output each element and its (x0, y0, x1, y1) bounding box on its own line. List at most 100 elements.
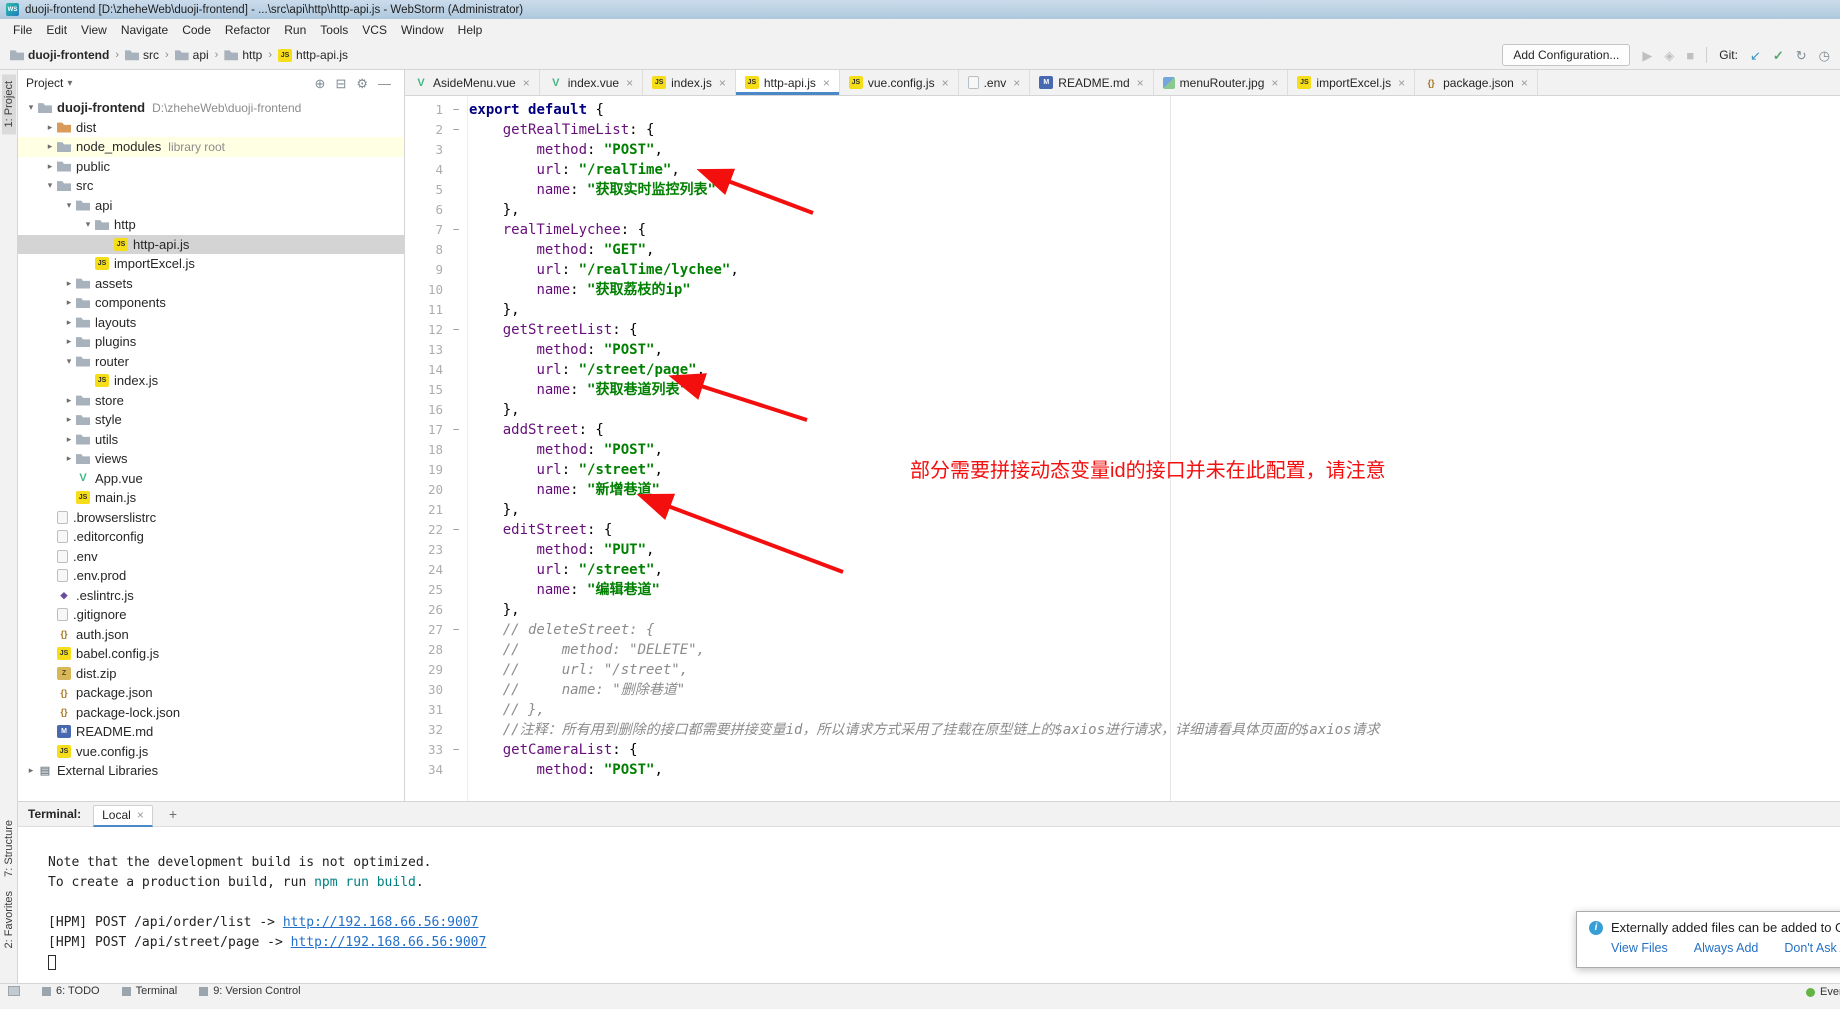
git-update-icon[interactable]: ↙ (1750, 49, 1761, 62)
chevron-right-icon[interactable]: ▸ (43, 161, 57, 172)
code-text[interactable]: export default { (469, 100, 604, 120)
notification-action-view-files[interactable]: View Files (1611, 941, 1668, 955)
tree-item-http[interactable]: ▾http (18, 215, 404, 235)
code-text[interactable]: // method: "DELETE", (469, 640, 705, 660)
menu-refactor[interactable]: Refactor (218, 21, 277, 39)
tree-item-app.vue[interactable]: VApp.vue (18, 469, 404, 489)
tree-item-node-modules[interactable]: ▸node_moduleslibrary root (18, 137, 404, 157)
chevron-down-icon[interactable]: ▾ (24, 102, 38, 113)
tab-.env[interactable]: .env× (959, 70, 1031, 95)
chevron-right-icon[interactable]: ▸ (62, 414, 76, 425)
tree-item-style[interactable]: ▸style (18, 410, 404, 430)
chevron-right-icon[interactable]: ▸ (24, 765, 38, 776)
close-icon[interactable]: × (1137, 76, 1144, 90)
chevron-down-icon[interactable]: ▾ (62, 356, 76, 367)
tree-item-external-libraries[interactable]: ▸▤External Libraries (18, 761, 404, 781)
code-text[interactable]: name: "新增巷道" (469, 480, 660, 500)
code-text[interactable]: url: "/street", (469, 460, 663, 480)
close-icon[interactable]: × (942, 76, 949, 90)
code-text[interactable]: method: "POST", (469, 760, 663, 780)
tree-item-public[interactable]: ▸public (18, 157, 404, 177)
code-text[interactable]: method: "POST", (469, 340, 663, 360)
code-text[interactable]: addStreet: { (469, 420, 604, 440)
chevron-right-icon[interactable]: ▸ (62, 434, 76, 445)
chevron-right-icon[interactable]: ▸ (62, 297, 76, 308)
menu-edit[interactable]: Edit (39, 21, 74, 39)
chevron-right-icon[interactable]: ▸ (43, 122, 57, 133)
chevron-down-icon[interactable]: ▾ (81, 219, 95, 230)
tree-item-package-lock.json[interactable]: {}package-lock.json (18, 703, 404, 723)
code-text[interactable]: method: "PUT", (469, 540, 654, 560)
tab-index.js[interactable]: JSindex.js× (643, 70, 736, 95)
breadcrumb-item-http[interactable]: http (224, 48, 262, 62)
close-icon[interactable]: × (719, 76, 726, 90)
history-icon[interactable]: ◷ (1819, 49, 1830, 62)
tree-item-src[interactable]: ▾src (18, 176, 404, 196)
tree-item-vue.config.js[interactable]: JSvue.config.js (18, 742, 404, 762)
chevron-right-icon[interactable]: ▸ (62, 317, 76, 328)
close-icon[interactable]: × (1013, 76, 1020, 90)
chevron-right-icon[interactable]: ▸ (43, 141, 57, 152)
notification-action-don-t-ask-agai[interactable]: Don't Ask Agai (1784, 941, 1840, 955)
code-text[interactable]: // }, (469, 700, 545, 720)
menu-navigate[interactable]: Navigate (114, 21, 175, 39)
code-text[interactable]: }, (469, 400, 520, 420)
chevron-right-icon[interactable]: ▸ (62, 453, 76, 464)
tree-item-.env.prod[interactable]: .env.prod (18, 566, 404, 586)
code-text[interactable]: }, (469, 200, 520, 220)
close-icon[interactable]: × (1271, 76, 1278, 90)
statusbar-item-6-todo[interactable]: 6: TODO (42, 986, 100, 997)
code-text[interactable]: url: "/street", (469, 560, 663, 580)
git-rollback-icon[interactable]: ↻ (1796, 49, 1807, 62)
tab-package.json[interactable]: {}package.json× (1415, 70, 1538, 95)
code-text[interactable]: url: "/realTime", (469, 160, 680, 180)
close-icon[interactable]: × (1398, 76, 1405, 90)
menu-view[interactable]: View (74, 21, 114, 39)
tab-index.vue[interactable]: Vindex.vue× (540, 70, 643, 95)
code-text[interactable]: name: "获取实时监控列表" (469, 180, 716, 200)
tree-item-.env[interactable]: .env (18, 547, 404, 567)
fold-icon[interactable]: − (443, 620, 469, 640)
tree-item-store[interactable]: ▸store (18, 391, 404, 411)
event-log-button[interactable]: Event Log (1806, 987, 1840, 998)
fold-icon[interactable]: − (443, 740, 469, 760)
tree-item-readme.md[interactable]: MREADME.md (18, 722, 404, 742)
code-text[interactable]: }, (469, 600, 520, 620)
close-icon[interactable]: × (1521, 76, 1528, 90)
tree-item-http-api.js[interactable]: JShttp-api.js (18, 235, 404, 255)
menu-file[interactable]: File (6, 21, 39, 39)
menu-window[interactable]: Window (394, 21, 451, 39)
settings-icon[interactable]: ⚙ (351, 77, 373, 90)
menu-help[interactable]: Help (451, 21, 490, 39)
code-text[interactable]: realTimeLychee: { (469, 220, 646, 240)
code-text[interactable]: name: "获取荔枝的ip" (469, 280, 691, 300)
code-text[interactable]: name: "获取巷道列表" (469, 380, 688, 400)
close-icon[interactable]: × (523, 76, 530, 90)
hide-icon[interactable]: — (373, 77, 396, 90)
close-icon[interactable]: × (626, 76, 633, 90)
fold-icon[interactable]: − (443, 320, 469, 340)
menu-run[interactable]: Run (277, 21, 313, 39)
terminal-tab-local[interactable]: Local × (93, 805, 153, 827)
menu-code[interactable]: Code (175, 21, 218, 39)
tree-item-utils[interactable]: ▸utils (18, 430, 404, 450)
code-text[interactable]: // deleteStreet: { (469, 620, 654, 640)
locate-icon[interactable]: ⊕ (310, 77, 331, 90)
tree-item-main.js[interactable]: JSmain.js (18, 488, 404, 508)
code-text[interactable]: getCameraList: { (469, 740, 638, 760)
fold-icon[interactable]: − (443, 220, 469, 240)
tree-item-.editorconfig[interactable]: .editorconfig (18, 527, 404, 547)
tree-item-index.js[interactable]: JSindex.js (18, 371, 404, 391)
chevron-right-icon[interactable]: ▸ (62, 278, 76, 289)
chevron-right-icon[interactable]: ▸ (62, 336, 76, 347)
terminal-link[interactable]: http://192.168.66.56:9007 (291, 935, 487, 950)
add-configuration-button[interactable]: Add Configuration... (1502, 44, 1630, 66)
tool-button-favorites[interactable]: 2: Favorites (2, 884, 16, 955)
code-text[interactable]: url: "/realTime/lychee", (469, 260, 739, 280)
tool-button-structure[interactable]: 7: Structure (2, 813, 16, 884)
tree-item-.browserslistrc[interactable]: .browserslistrc (18, 508, 404, 528)
code-text[interactable]: getRealTimeList: { (469, 120, 654, 140)
code-text[interactable]: // url: "/street", (469, 660, 688, 680)
code-text[interactable]: getStreetList: { (469, 320, 638, 340)
terminal-output[interactable]: Note that the development build is not o… (18, 827, 1840, 983)
